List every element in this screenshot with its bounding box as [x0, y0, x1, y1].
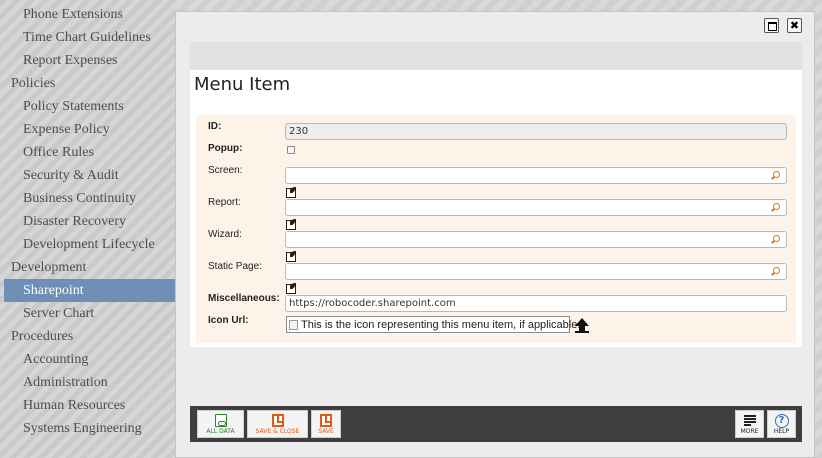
save-and-close-button[interactable]: SAVE & CLOSE — [247, 410, 308, 438]
popup-checkbox[interactable] — [287, 146, 295, 154]
screen-open-link-icon[interactable] — [286, 187, 296, 198]
sidebar-item-expense-policy[interactable]: Expense Policy — [0, 118, 175, 141]
sidebar-item-accounting[interactable]: Accounting — [0, 348, 175, 371]
sidebar-nav: Phone Extensions Time Chart Guidelines R… — [0, 0, 175, 458]
sidebar-item-disaster-recovery[interactable]: Disaster Recovery — [0, 210, 175, 233]
report-search-icon[interactable] — [770, 202, 781, 213]
more-button[interactable]: MORE — [735, 410, 764, 438]
save-icon — [320, 414, 332, 427]
sidebar-item-policy-statements[interactable]: Policy Statements — [0, 95, 175, 118]
sidebar-item-administration[interactable]: Administration — [0, 371, 175, 394]
popup-label: Popup: — [208, 143, 243, 154]
icon-url-alt-text: This is the icon representing this menu … — [301, 319, 581, 331]
page-title: Menu Item — [194, 74, 291, 95]
miscellaneous-label: Miscellaneous: — [208, 293, 280, 304]
sidebar-item-sharepoint[interactable]: Sharepoint — [4, 279, 175, 302]
icon-url-image[interactable]: This is the icon representing this menu … — [286, 316, 580, 333]
sidebar-item-report-expenses[interactable]: Report Expenses — [0, 49, 175, 72]
sidebar-group-policies[interactable]: Policies — [0, 72, 175, 95]
wizard-search-icon[interactable] — [770, 234, 781, 245]
all-data-label: ALL DATA — [206, 428, 235, 435]
sidebar-item-time-chart-guidelines[interactable]: Time Chart Guidelines — [0, 26, 175, 49]
help-label: HELP — [773, 428, 790, 435]
broken-image-icon — [289, 320, 298, 330]
all-data-icon — [214, 414, 227, 427]
maximize-button[interactable] — [764, 18, 779, 33]
id-label: ID: — [208, 121, 222, 132]
report-field[interactable] — [285, 199, 787, 216]
close-button[interactable]: ✖ — [787, 18, 802, 33]
save-and-close-icon — [271, 414, 284, 427]
sidebar-item-server-chart[interactable]: Server Chart — [0, 302, 175, 325]
menu-item-dialog: ✖ Menu Item ID: 230 Popup: Screen: Repor… — [175, 11, 815, 458]
sidebar-group-development[interactable]: Development — [0, 256, 175, 279]
id-field: 230 — [285, 123, 787, 140]
screen-label: Screen: — [208, 165, 243, 176]
more-icon — [743, 414, 756, 427]
form-card: Menu Item ID: 230 Popup: Screen: Report:… — [190, 70, 802, 347]
sidebar-item-office-rules[interactable]: Office Rules — [0, 141, 175, 164]
dialog-toolbar: ALL DATA SAVE & CLOSE SAVE MORE ? HELP — [190, 406, 802, 442]
screen-search-icon[interactable] — [770, 170, 781, 181]
screen-field[interactable] — [285, 167, 787, 184]
upload-icon[interactable] — [575, 318, 589, 333]
help-button[interactable]: ? HELP — [767, 410, 796, 438]
report-label: Report: — [208, 197, 241, 208]
sidebar-item-business-continuity[interactable]: Business Continuity — [0, 187, 175, 210]
save-and-close-label: SAVE & CLOSE — [255, 428, 300, 435]
menu-item-form: ID: 230 Popup: Screen: Report: Wizard: S… — [196, 115, 796, 343]
static-page-field[interactable] — [285, 263, 787, 280]
static-page-search-icon[interactable] — [770, 266, 781, 277]
all-data-button[interactable]: ALL DATA — [197, 410, 244, 438]
help-icon: ? — [774, 414, 789, 428]
sidebar-item-security-audit[interactable]: Security & Audit — [0, 164, 175, 187]
wizard-field[interactable] — [285, 231, 787, 248]
sidebar-item-systems-engineering[interactable]: Systems Engineering — [0, 417, 175, 440]
static-page-label: Static Page: — [208, 261, 262, 272]
sidebar-item-phone-extensions[interactable]: Phone Extensions — [0, 3, 175, 26]
save-label: SAVE — [318, 428, 334, 435]
sidebar-item-development-lifecycle[interactable]: Development Lifecycle — [0, 233, 175, 256]
more-label: MORE — [740, 428, 759, 435]
static-page-open-link-icon[interactable] — [286, 283, 296, 294]
report-open-link-icon[interactable] — [286, 219, 296, 230]
sidebar-group-procedures[interactable]: Procedures — [0, 325, 175, 348]
wizard-label: Wizard: — [208, 229, 242, 240]
miscellaneous-field[interactable]: https://robocoder.sharepoint.com — [285, 295, 787, 312]
wizard-open-link-icon[interactable] — [286, 251, 296, 262]
save-button[interactable]: SAVE — [311, 410, 341, 438]
dialog-header-strip — [190, 42, 802, 70]
sidebar-item-human-resources[interactable]: Human Resources — [0, 394, 175, 417]
icon-url-label: Icon Url: — [208, 315, 249, 326]
